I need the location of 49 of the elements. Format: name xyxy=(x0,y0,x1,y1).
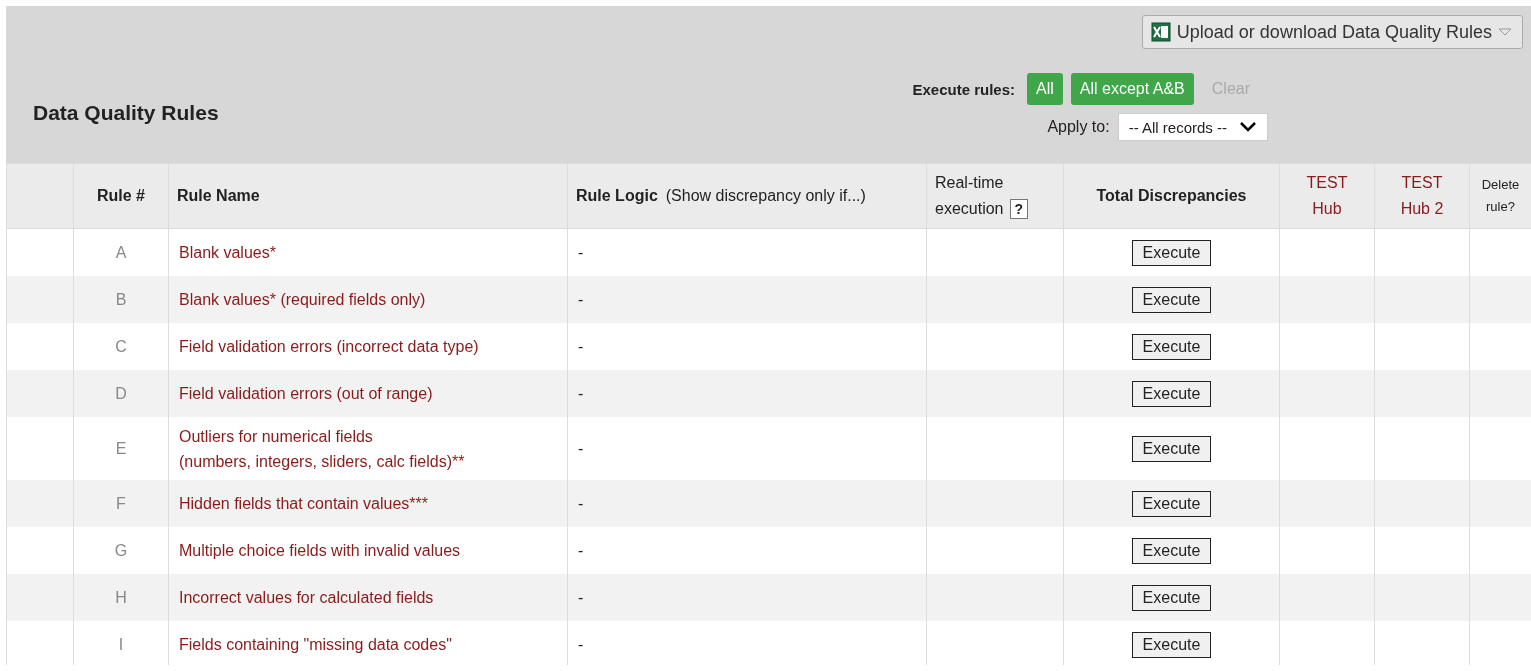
rule-letter: G xyxy=(114,541,128,559)
column-header: Total Discrepancies xyxy=(1096,187,1247,204)
rule-letter: D xyxy=(115,384,127,402)
column-header: Real-time xyxy=(935,173,1004,193)
rule-logic-cell: - xyxy=(578,635,584,653)
rule-letter: F xyxy=(116,494,126,512)
column-header: Delete rule? xyxy=(1481,177,1520,214)
rule-name-link[interactable]: Blank values* xyxy=(179,240,276,265)
rule-letter: E xyxy=(115,439,127,457)
rule-logic-cell: - xyxy=(578,588,584,606)
execute-button[interactable]: Execute xyxy=(1131,333,1212,360)
chevron-icon xyxy=(1239,121,1257,133)
execute-button[interactable]: Execute xyxy=(1131,286,1212,313)
rule-letter: B xyxy=(115,290,127,308)
column-header: execution xyxy=(935,199,1004,219)
column-note: (Show discrepancy only if...) xyxy=(665,187,866,204)
execute-button[interactable]: Execute xyxy=(1131,239,1212,266)
rule-logic-cell: - xyxy=(578,494,584,512)
rule-logic-cell: - xyxy=(578,541,584,559)
rule-logic-cell: - xyxy=(578,290,584,308)
column-header: Rule Name xyxy=(177,187,260,204)
execute-button[interactable]: Execute xyxy=(1131,584,1212,611)
rule-letter: C xyxy=(115,337,127,355)
rule-logic-cell: - xyxy=(578,384,584,402)
page-title: Data Quality Rules xyxy=(32,101,219,126)
rule-letter: A xyxy=(115,243,127,261)
execute-button[interactable]: Execute xyxy=(1131,435,1212,462)
caret-icon xyxy=(1498,27,1512,37)
spreadsheet-icon xyxy=(1150,22,1171,42)
rule-logic-cell: - xyxy=(578,439,584,457)
column-header: Rule Logic xyxy=(576,187,658,204)
execute-button[interactable]: Execute xyxy=(1131,631,1212,658)
rule-name-link[interactable]: Outliers for numerical fields (numbers, integers, sliders, calc fields)** xyxy=(179,423,465,474)
execute-button[interactable]: Execute xyxy=(1131,490,1212,517)
rule-letter: H xyxy=(115,588,127,606)
execute-rules-label: Execute rules: xyxy=(912,80,1016,98)
rule-logic-cell: - xyxy=(578,243,584,261)
execute-button[interactable]: Execute xyxy=(1131,537,1212,564)
rule-name-link[interactable]: Multiple choice fields with invalid values xyxy=(179,538,461,563)
rule-name-link[interactable]: Field validation errors (incorrect data type) xyxy=(179,334,479,359)
upload-download-button[interactable]: Upload or download Data Quality Rules xyxy=(1141,15,1523,49)
apply-to-label: Apply to: xyxy=(1047,118,1110,136)
help-button[interactable]: ? xyxy=(1009,199,1029,219)
rule-logic-cell: - xyxy=(578,337,584,355)
rule-name-link[interactable]: Fields containing "missing data codes" xyxy=(179,632,452,657)
records-dropdown[interactable]: -- All records -- xyxy=(1117,113,1268,141)
execute-button[interactable]: Execute xyxy=(1131,380,1212,407)
rule-letter: I xyxy=(118,635,124,653)
column-header: Rule # xyxy=(97,187,145,204)
